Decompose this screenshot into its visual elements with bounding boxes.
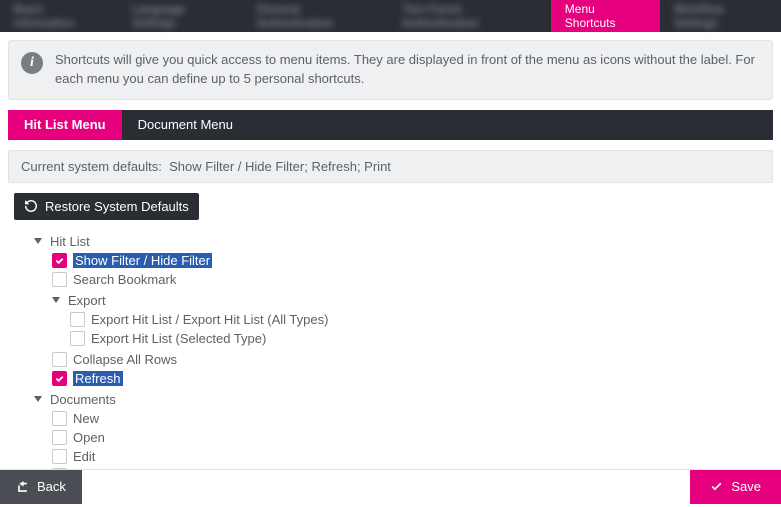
tree-leaf: Show Filter / Hide Filter	[52, 251, 773, 270]
tree-leaf-label[interactable]: Refresh	[73, 371, 123, 386]
defaults-label: Current system defaults:	[21, 159, 162, 174]
tree-checkbox[interactable]	[70, 312, 85, 327]
back-label: Back	[37, 479, 66, 494]
tree-checkbox[interactable]	[52, 449, 67, 464]
tree-group-header[interactable]: Documents	[34, 390, 773, 409]
top-tab-label: Two-Factor Authentication	[402, 2, 536, 30]
save-button[interactable]: Save	[690, 470, 781, 504]
tree-checkbox[interactable]	[52, 352, 67, 367]
tree-leaf-label[interactable]: New	[73, 411, 99, 426]
shortcut-tree: Hit List Show Filter / Hide Filter Search …	[34, 232, 773, 507]
tree-leaf: Refresh	[52, 369, 773, 388]
top-tab-4[interactable]: Menu Shortcuts	[551, 0, 660, 32]
tree-leaf-label[interactable]: Search Bookmark	[73, 272, 176, 287]
top-tab-label: General Authentication	[257, 2, 375, 30]
tree-checkbox[interactable]	[52, 253, 67, 268]
top-tab-5[interactable]: Workflow Settings	[660, 0, 781, 32]
tree-leaf-label[interactable]: Open	[73, 430, 105, 445]
tree-leaf-label[interactable]: Export Hit List (Selected Type)	[91, 331, 266, 346]
tree-leaf: New	[52, 409, 773, 428]
tree-checkbox[interactable]	[52, 371, 67, 386]
tree-leaf: Edit	[52, 447, 773, 466]
tree-leaf-label[interactable]: Collapse All Rows	[73, 352, 177, 367]
tree-leaf: Export Hit List (Selected Type)	[70, 329, 773, 348]
top-tab-label: Workflow Settings	[674, 2, 767, 30]
tree-checkbox[interactable]	[52, 411, 67, 426]
footer-bar: Back Save	[0, 469, 781, 503]
sub-tab-bar: Hit List MenuDocument Menu	[8, 110, 773, 140]
back-icon	[16, 480, 29, 493]
tree-group-header[interactable]: Export	[52, 291, 773, 310]
tree-group-label: Hit List	[50, 234, 90, 249]
sub-tab-1[interactable]: Document Menu	[122, 110, 249, 140]
info-icon: i	[21, 52, 43, 74]
top-tab-bar: Basic Information Language Settings Genera…	[0, 0, 781, 32]
restore-defaults-label: Restore System Defaults	[45, 199, 189, 214]
tree-leaf: Search Bookmark	[52, 270, 773, 289]
tree-leaf-label[interactable]: Export Hit List / Export Hit List (All T…	[91, 312, 328, 327]
top-tab-0[interactable]: Basic Information	[0, 0, 118, 32]
tree-leaf: Open	[52, 428, 773, 447]
top-tab-3[interactable]: Two-Factor Authentication	[388, 0, 550, 32]
tree-checkbox[interactable]	[52, 272, 67, 287]
top-tab-label: Basic Information	[14, 2, 104, 30]
top-tab-label: Language Settings	[132, 2, 229, 30]
chevron-down-icon	[34, 238, 42, 244]
restore-defaults-button[interactable]: Restore System Defaults	[14, 193, 199, 220]
chevron-down-icon	[34, 396, 42, 402]
info-banner: i Shortcuts will give you quick access t…	[8, 40, 773, 100]
sub-tab-0[interactable]: Hit List Menu	[8, 110, 122, 140]
tree-group-header[interactable]: Hit List	[34, 232, 773, 251]
tree-leaf-label[interactable]: Show Filter / Hide Filter	[73, 253, 212, 268]
tree-group-label: Export	[68, 293, 106, 308]
top-tab-1[interactable]: Language Settings	[118, 0, 243, 32]
defaults-value: Show Filter / Hide Filter; Refresh; Prin…	[169, 159, 391, 174]
tree-checkbox[interactable]	[52, 430, 67, 445]
tree-group-label: Documents	[50, 392, 116, 407]
tree-leaf-label[interactable]: Edit	[73, 449, 95, 464]
system-defaults-bar: Current system defaults: Show Filter / H…	[8, 150, 773, 183]
chevron-down-icon	[52, 297, 60, 303]
tree-checkbox[interactable]	[70, 331, 85, 346]
undo-icon	[24, 199, 38, 213]
tree-leaf: Export Hit List / Export Hit List (All T…	[70, 310, 773, 329]
back-button[interactable]: Back	[0, 470, 82, 504]
tree-leaf: Collapse All Rows	[52, 350, 773, 369]
check-icon	[710, 480, 723, 493]
top-tab-2[interactable]: General Authentication	[243, 0, 389, 32]
save-label: Save	[731, 479, 761, 494]
info-text: Shortcuts will give you quick access to …	[55, 51, 760, 89]
top-tab-label: Menu Shortcuts	[565, 2, 646, 30]
